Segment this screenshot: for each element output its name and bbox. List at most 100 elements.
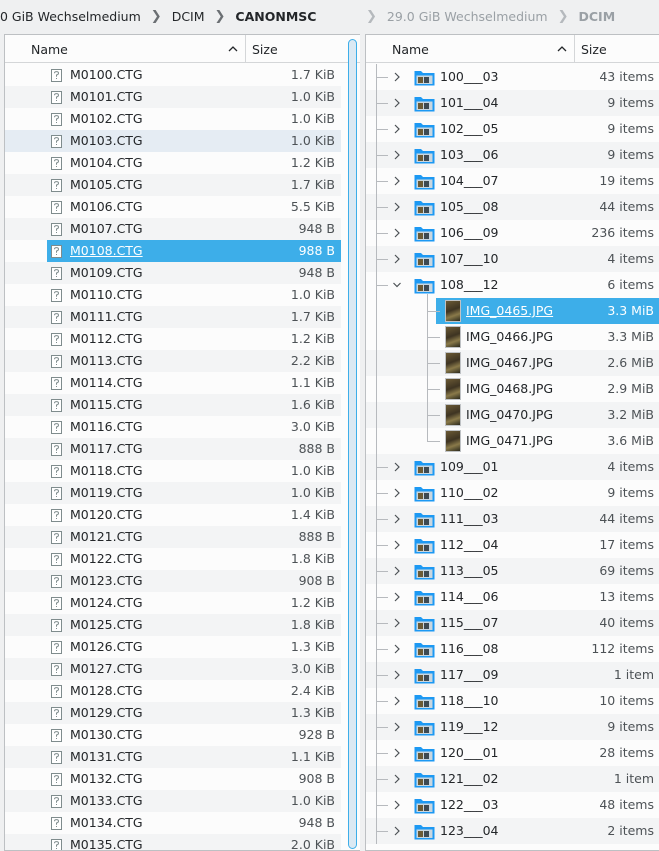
tree-folder-row[interactable]: 111___03 44 items (366, 506, 659, 532)
chevron-right-icon (394, 540, 400, 550)
list-item[interactable]: M0129.CTG 1.3 KiB (5, 702, 341, 724)
column-header-size[interactable]: Size (575, 35, 607, 63)
breadcrumb-item-canonmsc[interactable]: CANONMSC (235, 9, 316, 24)
file-size: 1.4 KiB (290, 507, 335, 522)
file-size: 1.3 KiB (290, 705, 335, 720)
file-tree-pane-right[interactable]: Name Size 100___03 43 items 101___04 9 item… (365, 34, 659, 851)
file-size: 888 B (298, 441, 335, 456)
tree-guide-tick (376, 129, 388, 130)
list-item[interactable]: M0120.CTG 1.4 KiB (5, 504, 341, 526)
list-item[interactable]: M0115.CTG 1.6 KiB (5, 394, 341, 416)
tree-folder-row[interactable]: 116___08 112 items (366, 636, 659, 662)
tree-folder-row[interactable]: 102___05 9 items (366, 116, 659, 142)
tree-folder-row[interactable]: 100___03 43 items (366, 64, 659, 90)
tree-folder-row[interactable]: 112___04 17 items (366, 532, 659, 558)
tree-folder-row[interactable]: 119___12 9 items (366, 714, 659, 740)
chevron-down-icon (393, 282, 401, 288)
list-item[interactable]: M0131.CTG 1.1 KiB (5, 746, 341, 768)
list-item[interactable]: M0130.CTG 928 B (5, 724, 341, 746)
breadcrumb-item-dcim[interactable]: DCIM (172, 9, 205, 24)
unknown-file-icon (51, 179, 62, 192)
list-item[interactable]: M0128.CTG 2.4 KiB (5, 680, 341, 702)
file-size: 1.3 KiB (290, 639, 335, 654)
list-item[interactable]: M0112.CTG 1.2 KiB (5, 328, 341, 350)
tree-folder-row[interactable]: 110___02 9 items (366, 480, 659, 506)
list-item[interactable]: M0104.CTG 1.2 KiB (5, 152, 341, 174)
unknown-file-icon (51, 223, 62, 236)
tree-folder-row[interactable]: 108___12 6 items (366, 272, 659, 298)
chevron-up-icon (228, 46, 238, 52)
tree-file-row[interactable]: IMG_0468.JPG 2.9 MiB (366, 376, 659, 402)
tree-folder-row[interactable]: 117___09 1 item (366, 662, 659, 688)
list-item[interactable]: M0106.CTG 5.5 KiB (5, 196, 341, 218)
file-size: 928 B (298, 727, 335, 742)
list-item[interactable]: M0119.CTG 1.0 KiB (5, 482, 341, 504)
list-item[interactable]: M0122.CTG 1.8 KiB (5, 548, 341, 570)
tree-file-row[interactable]: IMG_0470.JPG 3.2 MiB (366, 402, 659, 428)
list-item[interactable]: M0101.CTG 1.0 KiB (5, 86, 341, 108)
breadcrumb-item-device[interactable]: .0 GiB Wechselmedium (0, 9, 141, 24)
list-item[interactable]: M0123.CTG 908 B (5, 570, 341, 592)
tree-folder-row[interactable]: 103___06 9 items (366, 142, 659, 168)
list-item[interactable]: M0134.CTG 948 B (5, 812, 341, 834)
list-item[interactable]: M0107.CTG 948 B (5, 218, 341, 240)
file-list-pane-left[interactable]: Name Size M0100.CTG 1.7 KiB M0101.CTG 1.0 K… (4, 34, 360, 851)
tree-folder-row[interactable]: 106___09 236 items (366, 220, 659, 246)
image-thumbnail-icon (445, 326, 461, 348)
tree-folder-row[interactable]: 115___07 40 items (366, 610, 659, 636)
list-item[interactable]: M0126.CTG 1.3 KiB (5, 636, 341, 658)
list-item[interactable]: M0127.CTG 3.0 KiB (5, 658, 341, 680)
list-item[interactable]: M0116.CTG 3.0 KiB (5, 416, 341, 438)
tree-folder-row[interactable]: 105___08 44 items (366, 194, 659, 220)
file-name: M0126.CTG (70, 639, 143, 654)
folder-name: 117___09 (440, 667, 499, 682)
file-name: M0106.CTG (70, 199, 143, 214)
tree-folder-row[interactable]: 123___04 2 items (366, 818, 659, 844)
tree-folder-row[interactable]: 120___01 28 items (366, 740, 659, 766)
tree-guide-tick (376, 233, 388, 234)
tree-folder-row[interactable]: 118___10 10 items (366, 688, 659, 714)
breadcrumb-item-device[interactable]: 29.0 GiB Wechselmedium (387, 9, 548, 24)
list-item[interactable]: M0110.CTG 1.0 KiB (5, 284, 341, 306)
tree-file-row[interactable]: IMG_0467.JPG 2.6 MiB (366, 350, 659, 376)
unknown-file-icon (51, 531, 62, 544)
tree-folder-row[interactable]: 101___04 9 items (366, 90, 659, 116)
list-item[interactable]: M0100.CTG 1.7 KiB (5, 64, 341, 86)
tree-file-row[interactable]: IMG_0465.JPG 3.3 MiB (366, 298, 659, 324)
list-item[interactable]: M0118.CTG 1.0 KiB (5, 460, 341, 482)
list-item[interactable]: M0133.CTG 1.0 KiB (5, 790, 341, 812)
list-item[interactable]: M0124.CTG 1.2 KiB (5, 592, 341, 614)
list-item[interactable]: M0103.CTG 1.0 KiB (5, 130, 341, 152)
item-size: 4 items (607, 459, 654, 474)
scrollbar[interactable] (345, 35, 359, 850)
list-item[interactable]: M0108.CTG 988 B (5, 240, 341, 262)
list-item[interactable]: M0121.CTG 888 B (5, 526, 341, 548)
column-header-name[interactable]: Name (366, 35, 575, 63)
tree-folder-row[interactable]: 121___02 1 item (366, 766, 659, 792)
tree-folder-row[interactable]: 104___07 19 items (366, 168, 659, 194)
tree-folder-row[interactable]: 122___03 48 items (366, 792, 659, 818)
tree-guide-tick (376, 675, 388, 676)
list-item[interactable]: M0114.CTG 1.1 KiB (5, 372, 341, 394)
list-item[interactable]: M0105.CTG 1.7 KiB (5, 174, 341, 196)
tree-folder-row[interactable]: 109___01 4 items (366, 454, 659, 480)
list-item[interactable]: M0111.CTG 1.7 KiB (5, 306, 341, 328)
list-item[interactable]: M0135.CTG 2.0 KiB (5, 834, 341, 850)
tree-file-row[interactable]: IMG_0471.JPG 3.6 MiB (366, 428, 659, 454)
list-item[interactable]: M0102.CTG 1.0 KiB (5, 108, 341, 130)
scrollbar-handle[interactable] (348, 39, 357, 849)
file-name: M0134.CTG (70, 815, 143, 830)
list-item[interactable]: M0113.CTG 2.2 KiB (5, 350, 341, 372)
column-header-name[interactable]: Name (5, 35, 246, 63)
breadcrumb-item-dcim[interactable]: DCIM (579, 9, 616, 24)
list-item[interactable]: M0132.CTG 908 B (5, 768, 341, 790)
tree-folder-row[interactable]: 113___05 69 items (366, 558, 659, 584)
tree-folder-row[interactable]: 114___06 13 items (366, 584, 659, 610)
list-item[interactable]: M0109.CTG 948 B (5, 262, 341, 284)
tree-file-row[interactable]: IMG_0466.JPG 3.3 MiB (366, 324, 659, 350)
list-item[interactable]: M0117.CTG 888 B (5, 438, 341, 460)
column-header-size[interactable]: Size (246, 35, 278, 63)
tree-folder-row[interactable]: 107___10 4 items (366, 246, 659, 272)
folder-name: 109___01 (440, 459, 499, 474)
list-item[interactable]: M0125.CTG 1.8 KiB (5, 614, 341, 636)
